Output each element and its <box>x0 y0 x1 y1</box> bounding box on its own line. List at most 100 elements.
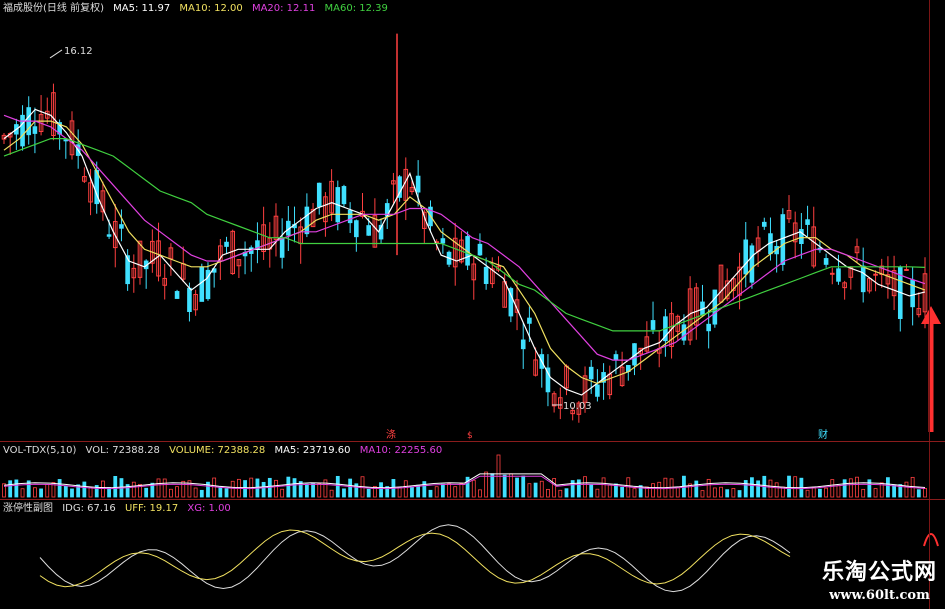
volume-bar <box>719 486 723 498</box>
volume-bar <box>564 488 569 498</box>
candle-body <box>706 323 711 332</box>
vol-ma10-label: MA10: 22255.60 <box>359 445 443 456</box>
volume-bar <box>706 478 711 498</box>
volume-bar <box>583 476 587 498</box>
volume-bar <box>2 483 6 498</box>
event-marker-2: 财 <box>818 428 828 441</box>
volume-bar <box>292 478 297 498</box>
volume-bar <box>743 480 748 498</box>
candle-body <box>836 268 841 282</box>
ma60-label: MA60: 12.39 <box>324 3 388 14</box>
volume-bar <box>818 488 822 498</box>
volume-bar <box>224 488 229 498</box>
candle-body <box>415 175 421 193</box>
candle-body <box>780 214 786 265</box>
watermark-title: 乐淘公式网 <box>821 560 937 585</box>
volume-bar <box>82 481 87 498</box>
volume-bar <box>607 484 612 498</box>
volume-bar <box>416 484 421 498</box>
volume-bar <box>175 486 179 498</box>
candle-body <box>199 266 205 302</box>
uff-label: UFF: 19.17 <box>124 503 179 514</box>
ma20-label: MA20: 12.11 <box>251 3 316 14</box>
volume-bar <box>274 479 278 498</box>
volume-bar <box>410 486 414 498</box>
candle-body <box>743 239 749 275</box>
main-panel-header: 福成股份(日线 前复权) MA5: 11.97 MA10: 12.00 MA20… <box>3 3 394 15</box>
candle-body <box>354 220 359 238</box>
volume-bar <box>521 475 526 498</box>
volume-bar <box>774 482 779 498</box>
volume-bar <box>317 483 322 498</box>
volume-bar <box>453 486 458 498</box>
volume-bar <box>811 486 816 498</box>
volume-bar <box>329 489 334 498</box>
candle-body <box>527 317 532 324</box>
volume-bar <box>348 478 353 498</box>
volume-bar <box>836 485 841 498</box>
volume-bar <box>873 488 878 498</box>
volume-bar <box>533 482 538 498</box>
uff-line <box>39 529 791 588</box>
volume-bar <box>842 479 847 498</box>
main-volume-separator <box>0 441 945 442</box>
volume-bar <box>440 483 445 498</box>
idg-label: IDG: 67.16 <box>62 503 116 514</box>
event-marker-1: 涤 <box>386 428 396 441</box>
candle-body <box>588 366 594 380</box>
idg-line <box>39 524 791 593</box>
volume-bar <box>447 483 451 498</box>
xg-label: XG: 1.00 <box>187 503 231 514</box>
volume-bar <box>558 489 563 498</box>
volume-bar <box>218 486 223 498</box>
volume-bar <box>892 484 896 498</box>
volume-bar <box>70 488 74 498</box>
volume-bar <box>144 487 149 498</box>
watermark: 乐淘公式网 www.60lt.com <box>822 554 937 603</box>
volume-bar <box>756 480 761 498</box>
candle-body <box>366 225 371 236</box>
arch-marker-icon <box>923 533 939 547</box>
volume-bar <box>261 481 266 498</box>
ma10-label: MA10: 12.00 <box>179 3 243 14</box>
volume-bar <box>508 473 513 498</box>
stock-chart: 16.12 10.03 涤 财 $ <box>1 33 941 593</box>
volume-bar <box>515 477 519 498</box>
candle-body <box>860 265 866 293</box>
volume-ma10-line <box>3 475 926 490</box>
candle-body <box>224 241 229 247</box>
candle-body <box>761 221 767 227</box>
volume-bar <box>156 478 161 498</box>
watermark-url: www.60lt.com <box>829 588 930 603</box>
volume-bar <box>366 488 371 498</box>
volume-bar <box>595 488 600 498</box>
candle-body <box>829 272 835 275</box>
volume-bar <box>286 476 291 498</box>
candle-body <box>520 339 526 350</box>
volume-bar <box>39 488 43 498</box>
volume-bar <box>589 483 594 498</box>
volume-bar <box>855 476 859 498</box>
candle-body <box>613 354 619 360</box>
candle-body <box>304 206 310 235</box>
volume-bar <box>737 490 742 498</box>
high-pointer <box>49 49 63 59</box>
volume-indicator-separator <box>0 499 945 500</box>
candle-body <box>63 139 69 142</box>
volume-bar <box>552 478 557 498</box>
volume-bar <box>576 479 581 498</box>
volume-bar <box>657 481 662 498</box>
volume-bar <box>63 485 68 498</box>
right-frame-line <box>929 0 930 609</box>
volume-bar <box>428 489 433 498</box>
volume-bar <box>632 488 637 498</box>
volume-bar <box>434 486 439 498</box>
volume-bar <box>805 489 810 498</box>
volume-bar <box>750 477 754 498</box>
candle-body <box>187 287 192 313</box>
volume-bar <box>8 480 13 498</box>
candle-body <box>749 245 755 283</box>
candle-body <box>279 237 285 258</box>
candle-body <box>873 273 878 276</box>
candle-body <box>174 291 180 299</box>
